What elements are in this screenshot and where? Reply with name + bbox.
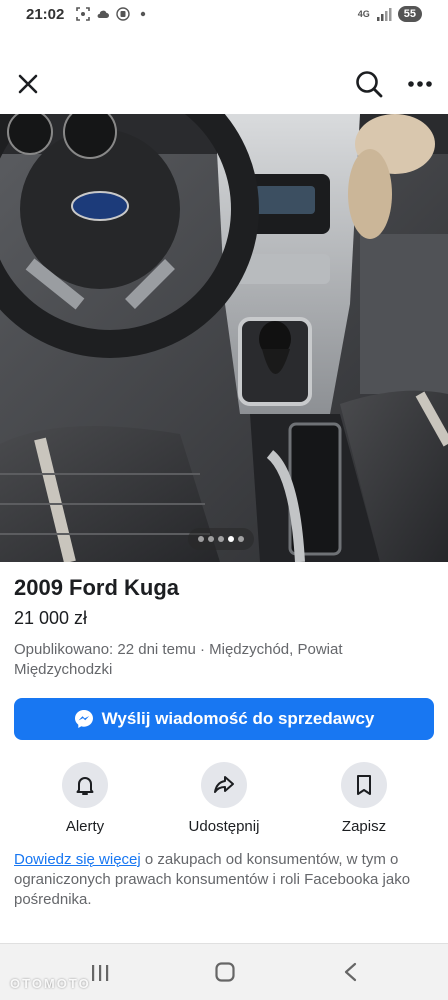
close-icon xyxy=(18,74,38,94)
learn-more-link[interactable]: Dowiedz się więcej xyxy=(14,851,141,868)
share-button[interactable]: Udostępnij xyxy=(169,762,279,835)
photo-dot[interactable] xyxy=(238,536,244,542)
save-button[interactable]: Zapisz xyxy=(309,762,419,835)
photo-pagination xyxy=(188,528,254,550)
system-nav-bar xyxy=(0,943,448,1000)
share-label: Udostępnij xyxy=(188,818,260,835)
cloud-icon xyxy=(97,10,109,18)
top-bar xyxy=(0,60,448,108)
otomoto-watermark: OTOMOTO xyxy=(10,976,91,991)
photo-dot[interactable] xyxy=(198,536,204,542)
network-type: 4G xyxy=(357,9,370,19)
close-button[interactable] xyxy=(14,70,42,98)
share-icon xyxy=(214,776,234,793)
battery-badge: 55 xyxy=(397,6,422,22)
search-button[interactable] xyxy=(354,69,384,99)
signal-icon xyxy=(376,8,392,21)
search-icon xyxy=(356,71,383,98)
listing-meta: Opublikowano: 22 dni temu · Międzychód, … xyxy=(14,641,343,678)
listing-title: 2009 Ford Kuga xyxy=(14,575,180,600)
photo-dot-active[interactable] xyxy=(228,536,234,542)
save-label: Zapisz xyxy=(341,818,387,835)
consumer-info: Dowiedz się więcej o zakupach od konsume… xyxy=(14,850,434,910)
alerts-button[interactable]: Alerty xyxy=(30,762,140,835)
listing-photo[interactable] xyxy=(0,114,448,562)
status-time: 21:02 xyxy=(26,6,65,23)
messenger-icon xyxy=(74,710,93,728)
bookmark-icon xyxy=(357,775,371,795)
dot-icon xyxy=(140,11,146,17)
photo-dot[interactable] xyxy=(218,536,224,542)
car-interior-image xyxy=(0,114,448,562)
nfc-icon xyxy=(116,7,130,21)
alerts-label: Alerty xyxy=(65,818,105,835)
listing-price: 21 000 zł xyxy=(14,608,88,628)
photo-dot[interactable] xyxy=(208,536,214,542)
more-button[interactable] xyxy=(404,70,436,98)
screenshot-icon xyxy=(76,7,90,21)
status-bar: 21:02 4G 55 xyxy=(0,0,448,32)
send-message-button[interactable]: Wyślij wiadomość do sprzedawcy xyxy=(14,698,434,740)
back-icon[interactable] xyxy=(342,962,360,982)
home-icon[interactable] xyxy=(215,962,235,982)
more-icon xyxy=(408,81,432,87)
send-message-label: Wyślij wiadomość do sprzedawcy xyxy=(101,709,375,728)
bell-icon xyxy=(76,777,94,795)
recent-apps-icon[interactable] xyxy=(90,964,110,982)
